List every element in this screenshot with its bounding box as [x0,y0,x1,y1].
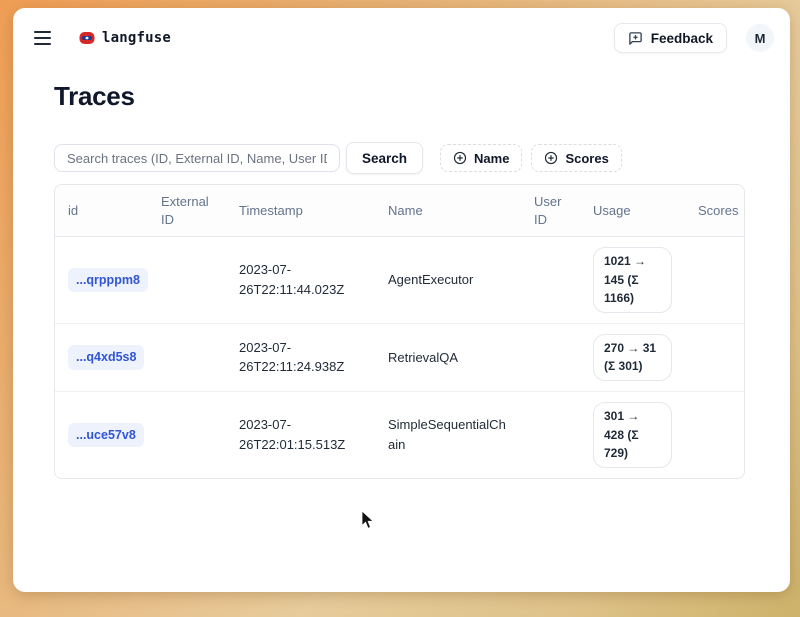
plus-circle-icon [453,151,467,165]
name-cell: SimpleSequentialChain [375,392,521,478]
table-row[interactable]: ...q4xd5s8 2023-07-26T22:11:24.938Z Retr… [55,323,745,391]
column-header-timestamp: Timestamp [226,185,375,237]
column-header-id: id [55,185,148,237]
filter-name-button[interactable]: Name [440,144,522,172]
usage-badge: 301 → 428 (Σ 729) [593,402,672,468]
user-id-cell [521,392,580,478]
column-header-scores: Scores [685,185,745,237]
topbar: langfuse Feedback M [13,8,790,60]
column-header-external-id: External ID [148,185,226,237]
filter-scores-label: Scores [565,151,608,166]
app-window: langfuse Feedback M Traces Search [13,8,790,592]
timestamp-cell: 2023-07-26T22:01:15.513Z [226,392,375,478]
langfuse-knot-icon [79,31,95,45]
external-id-cell [148,323,226,391]
page-title: Traces [54,81,745,112]
user-id-cell [521,323,580,391]
table-row[interactable]: ...qrpppm8 2023-07-26T22:11:44.023Z Agen… [55,237,745,324]
filter-name-label: Name [474,151,509,166]
trace-id-link[interactable]: ...uce57v8 [68,423,144,448]
trace-id-link[interactable]: ...qrpppm8 [68,268,148,293]
name-cell: AgentExecutor [375,237,521,324]
menu-icon[interactable] [29,24,57,52]
timestamp-cell: 2023-07-26T22:11:24.938Z [226,323,375,391]
message-square-plus-icon [628,31,643,46]
avatar-initial: M [755,31,766,46]
search-input[interactable] [54,144,340,172]
traces-table: id External ID Timestamp Name User ID Us… [54,184,745,479]
table-header: id External ID Timestamp Name User ID Us… [55,185,745,237]
feedback-button[interactable]: Feedback [614,23,727,53]
search-toolbar: Search Name Scores [54,142,745,174]
external-id-cell [148,392,226,478]
trace-id-link[interactable]: ...q4xd5s8 [68,345,144,370]
scores-cell [685,237,745,324]
timestamp-cell: 2023-07-26T22:11:44.023Z [226,237,375,324]
column-header-name: Name [375,185,521,237]
main-content: Traces Search Name Scores [13,81,790,479]
external-id-cell [148,237,226,324]
search-button[interactable]: Search [346,142,423,174]
scores-cell [685,323,745,391]
name-cell: RetrievalQA [375,323,521,391]
table-row[interactable]: ...uce57v8 2023-07-26T22:01:15.513Z Simp… [55,392,745,478]
column-header-usage: Usage [580,185,685,237]
page: { "topbar": { "brand": "langfuse", "feed… [0,0,800,617]
user-id-cell [521,237,580,324]
brand-name: langfuse [102,30,171,46]
brand-logo[interactable]: langfuse [79,30,171,46]
plus-circle-icon [544,151,558,165]
filter-scores-button[interactable]: Scores [531,144,621,172]
avatar[interactable]: M [746,24,774,52]
feedback-label: Feedback [651,31,713,46]
usage-badge: 270 → 31 (Σ 301) [593,334,672,381]
scores-cell [685,392,745,478]
column-header-user-id: User ID [521,185,580,237]
usage-badge: 1021 → 145 (Σ 1166) [593,247,672,313]
